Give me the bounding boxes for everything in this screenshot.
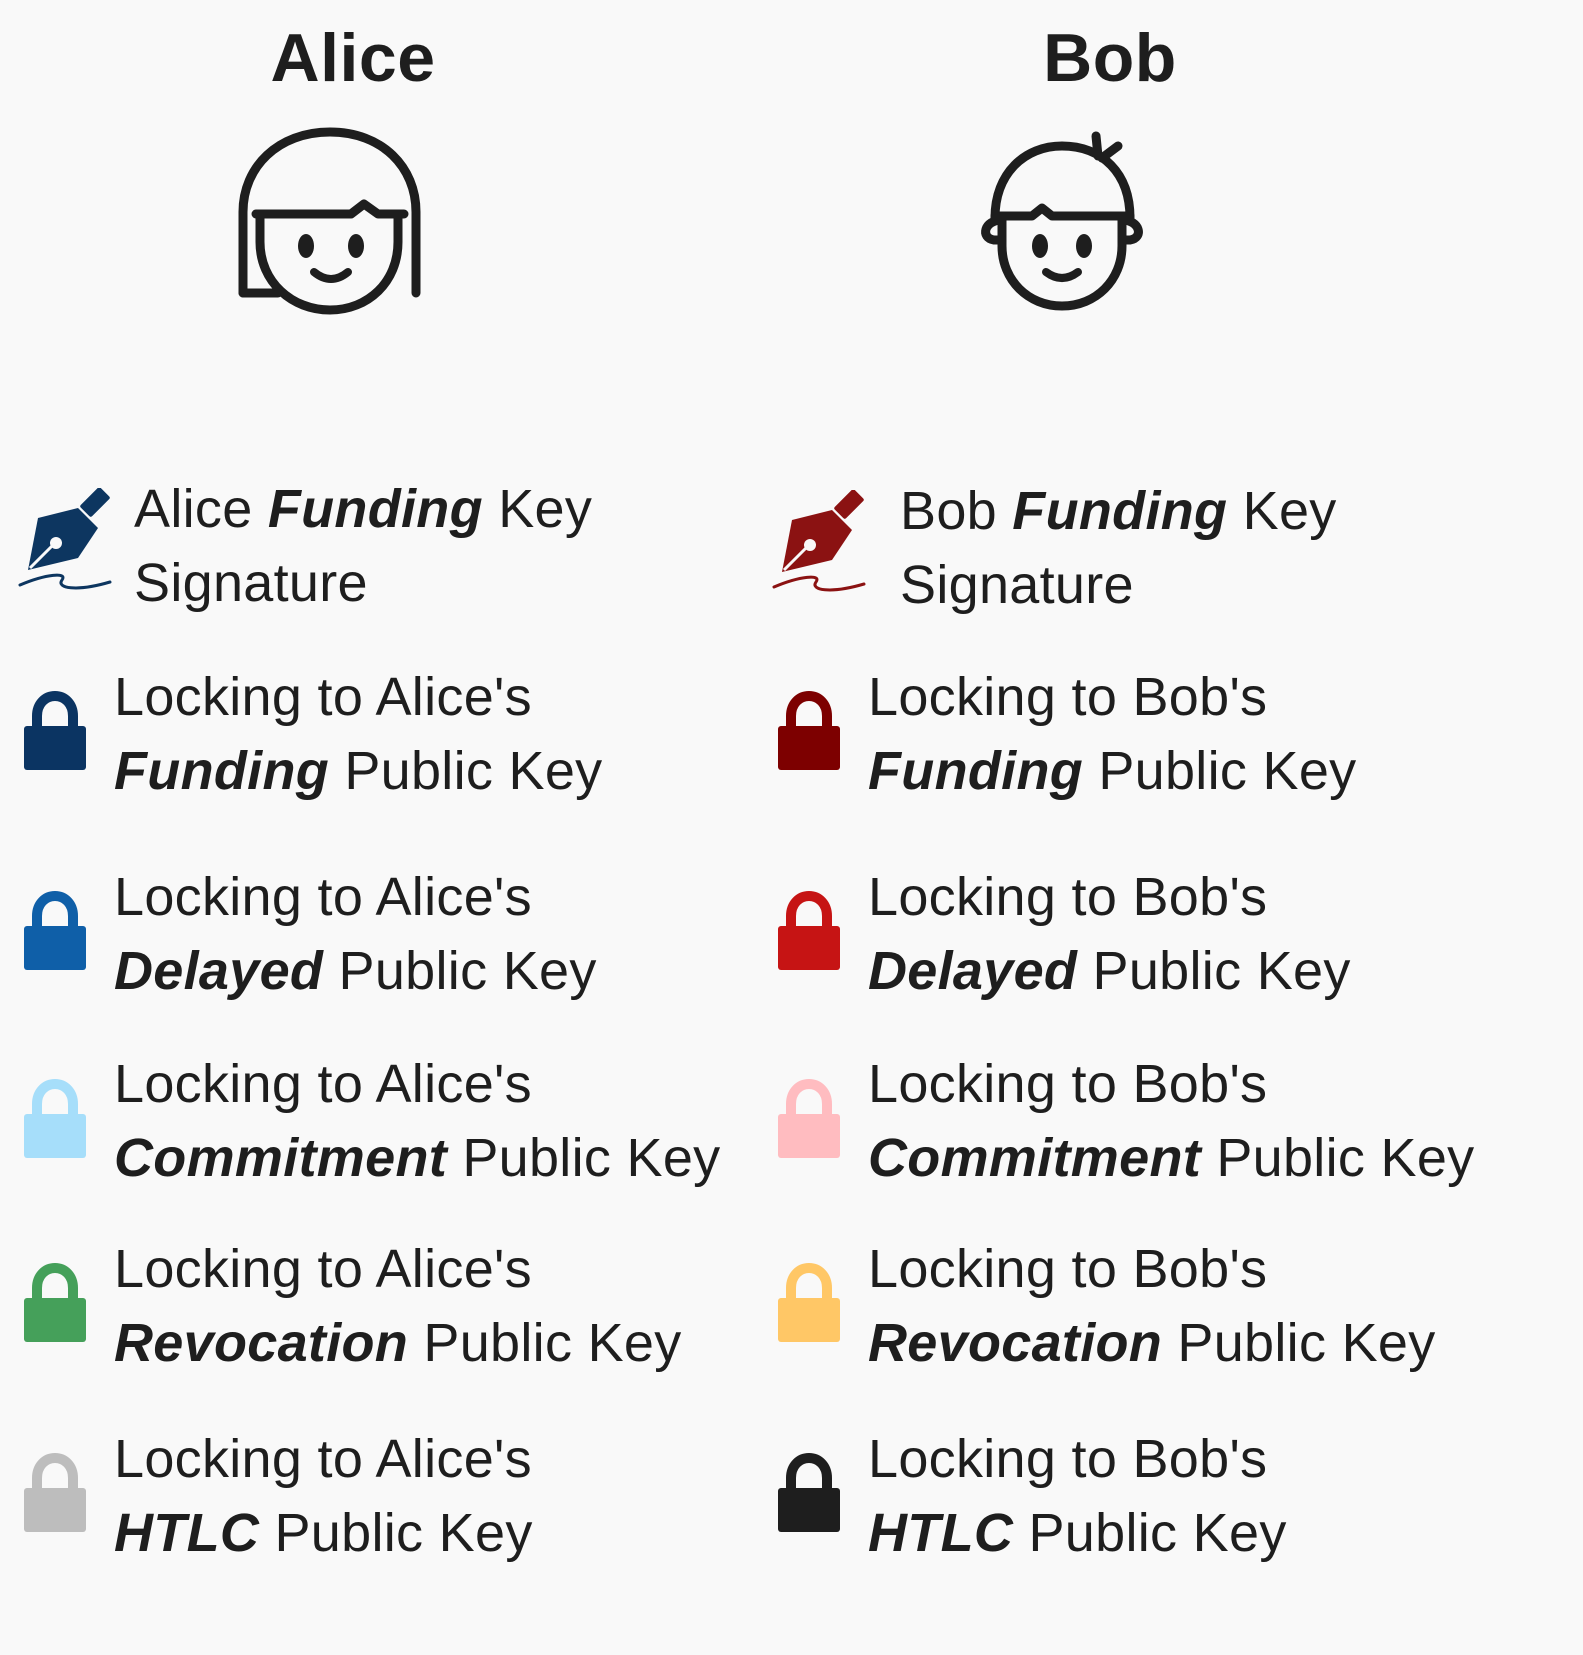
key-type-label: HTLC [868, 1503, 1014, 1563]
signature-keyword: Funding [267, 479, 483, 539]
lock-icon [778, 690, 840, 770]
lock-icon [778, 1078, 840, 1158]
key-suffix-label: Public Key [344, 741, 603, 801]
lock-icon [778, 890, 840, 970]
signature-owner: Bob [900, 481, 997, 541]
lock-owner-label: Locking to Alice's [114, 667, 532, 727]
lock-icon [24, 890, 86, 970]
lock-owner-label: Locking to Alice's [114, 1239, 532, 1299]
lock-icon [24, 1262, 86, 1342]
boy-avatar-icon [981, 131, 1143, 311]
key-type-label: Commitment [114, 1128, 448, 1188]
lock-owner-label: Locking to Bob's [868, 1054, 1268, 1114]
lock-icon [24, 690, 86, 770]
lock-icon [778, 1452, 840, 1532]
key-type-label: Revocation [868, 1313, 1163, 1373]
key-type-label: Commitment [868, 1128, 1202, 1188]
lock-owner-label: Locking to Bob's [868, 667, 1268, 727]
signature-label: Signature [134, 553, 368, 613]
key-suffix-label: Public Key [1098, 741, 1357, 801]
signature-suffix: Key [1242, 481, 1337, 541]
key-suffix-label: Public Key [1028, 1503, 1287, 1563]
lock-icon [24, 1452, 86, 1532]
signature-suffix: Key [498, 479, 593, 539]
signature-keyword: Funding [1012, 481, 1228, 541]
key-suffix-label: Public Key [338, 941, 597, 1001]
lock-owner-label: Locking to Bob's [868, 1429, 1268, 1489]
lock-icon [24, 1078, 86, 1158]
key-suffix-label: Public Key [1177, 1313, 1436, 1373]
lock-icon [778, 1262, 840, 1342]
key-suffix-label: Public Key [1216, 1128, 1475, 1188]
bob-name: Bob [1043, 20, 1177, 96]
pen-nib-signature-icon [772, 490, 866, 592]
lock-owner-label: Locking to Bob's [868, 1239, 1268, 1299]
key-suffix-label: Public Key [274, 1503, 533, 1563]
pen-nib-signature-icon [18, 488, 112, 590]
lock-owner-label: Locking to Alice's [114, 1054, 532, 1114]
signature-label: Signature [900, 555, 1134, 615]
key-type-label: Delayed [114, 941, 324, 1001]
key-type-label: Funding [868, 741, 1084, 801]
key-suffix-label: Public Key [1092, 941, 1351, 1001]
lock-owner-label: Locking to Bob's [868, 867, 1268, 927]
girl-avatar-icon [238, 127, 421, 315]
key-suffix-label: Public Key [423, 1313, 682, 1373]
lock-owner-label: Locking to Alice's [114, 1429, 532, 1489]
key-type-label: Delayed [868, 941, 1078, 1001]
key-type-label: Revocation [114, 1313, 409, 1373]
key-type-label: HTLC [114, 1503, 260, 1563]
alice-name: Alice [270, 20, 436, 96]
lock-owner-label: Locking to Alice's [114, 867, 532, 927]
signature-owner: Alice [134, 479, 253, 539]
key-type-label: Funding [114, 741, 330, 801]
key-suffix-label: Public Key [462, 1128, 721, 1188]
